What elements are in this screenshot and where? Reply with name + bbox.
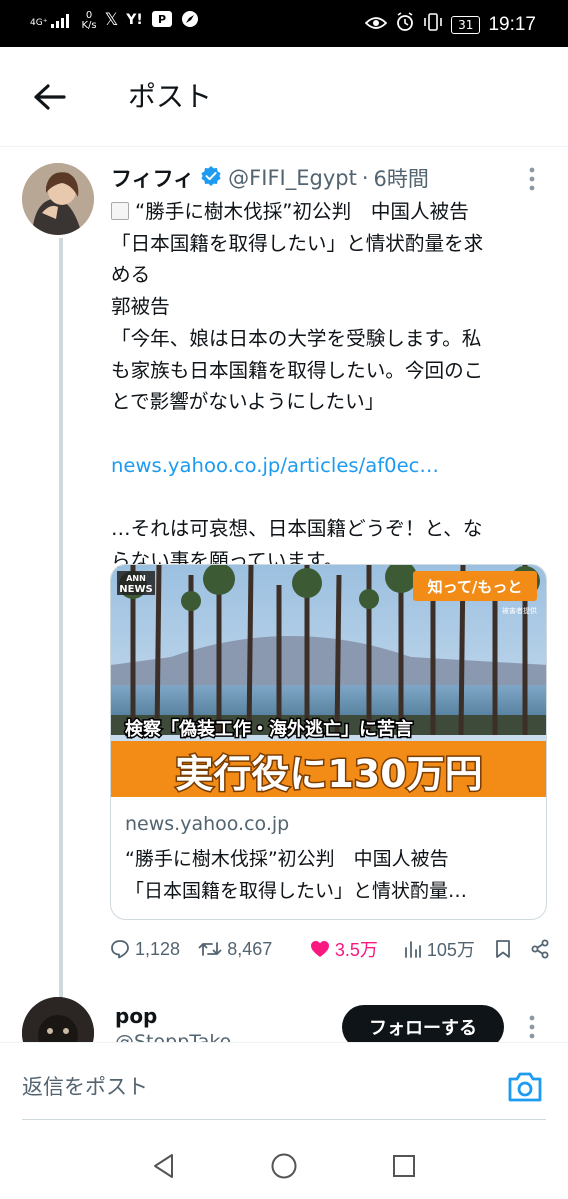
status-right: 31 19:17 [364, 12, 536, 37]
status-bar: 4G⁺ 0 K/s 𝕏 Y! P 31 19:17 [0, 0, 568, 47]
network-type: 4G⁺ [30, 17, 48, 28]
bookmark-button[interactable] [494, 939, 512, 959]
reply-more-button[interactable] [524, 1014, 540, 1040]
meta-separator: · [361, 166, 369, 190]
more-vertical-icon [529, 167, 535, 191]
clock: 19:17 [488, 13, 536, 35]
author-avatar[interactable] [22, 163, 94, 235]
signal-icon: 4G⁺ [30, 13, 73, 28]
pay-app-icon: P [151, 10, 173, 31]
post-line: める [111, 263, 151, 287]
x-app-icon: 𝕏 [104, 10, 119, 30]
reply-author-name[interactable]: pop [115, 1004, 157, 1028]
status-left: 4G⁺ 0 K/s 𝕏 Y! P [30, 10, 199, 31]
heart-filled-icon [310, 941, 329, 957]
like-count: 3.5万 [334, 940, 378, 960]
reply-count: 1,128 [135, 938, 181, 959]
top-app-bar: ポスト [0, 47, 568, 147]
reply-button[interactable]: 1,128 [110, 939, 190, 960]
arrow-left-icon [34, 84, 66, 110]
card-domain: news.yahoo.co.jp [125, 813, 290, 835]
link-preview-card[interactable]: ANN NEWS 知って/もっと 被害者提供 検察「偽装工作・海外逃亡」に苦言 … [110, 564, 547, 920]
views-button[interactable]: 105万 [404, 936, 488, 962]
view-count: 105万 [426, 940, 475, 960]
white-square-emoji-icon [111, 202, 129, 220]
share-icon [531, 939, 549, 959]
post-author-line: フィフィ @FIFI_Egypt · 6時間 [111, 162, 429, 194]
verified-badge-icon [200, 165, 222, 192]
circle-home-icon [271, 1153, 297, 1179]
alarm-icon [395, 12, 415, 37]
article-link[interactable]: news.yahoo.co.jp/articles/af0ec… [111, 450, 546, 482]
post-body: “勝手に樹木伐採”初公判 中国人被告 「日本国籍を取得したい」と情状酌量を求 め… [111, 196, 546, 576]
author-handle[interactable]: @FIFI_Egypt [228, 166, 357, 190]
square-recents-icon [393, 1155, 415, 1177]
page-title: ポスト [128, 80, 213, 113]
post-time[interactable]: 6時間 [374, 163, 429, 193]
like-button[interactable]: 3.5万 [310, 936, 398, 962]
post-line: 「日本国籍を取得したい」と情状酌量を求 [111, 231, 484, 255]
post-line: …それは可哀想、日本国籍どうぞ！と、な [111, 517, 483, 540]
news-logo-top: ANN [126, 574, 146, 583]
reply-input[interactable]: 返信をポスト [22, 1071, 148, 1101]
caption-small: 検察「偽装工作・海外逃亡」に苦言 [125, 718, 413, 740]
eye-comfort-icon [364, 15, 388, 35]
image-credit: 被害者提供 [502, 606, 537, 615]
composer-divider [22, 1119, 546, 1120]
card-title: “勝手に樹木伐採”初公判 中国人被告 「日本国籍を取得したい」と情状酌量… [125, 848, 468, 902]
post-line: 郭被告 [111, 295, 170, 319]
thread-line [59, 238, 63, 998]
views-chart-icon [404, 941, 421, 958]
reply-composer: 返信をポスト [0, 1042, 568, 1142]
post-line: とで影響がないようにしたい」 [111, 390, 385, 414]
author-name[interactable]: フィフィ [111, 163, 194, 193]
camera-button[interactable] [506, 1069, 544, 1105]
know-more-badge: 知って/もっと [428, 578, 523, 596]
nav-back-button[interactable] [148, 1150, 180, 1182]
repost-count: 8,467 [227, 938, 273, 959]
nav-home-button[interactable] [268, 1150, 300, 1182]
caption-large: 実行役に130万円 [175, 752, 482, 796]
reply-icon [111, 940, 129, 959]
post-line: 「今年、娘は日本の大学を受験します。私 [111, 326, 482, 350]
back-button[interactable] [28, 77, 72, 117]
more-vertical-icon [529, 1015, 535, 1039]
post-line: “勝手に樹木伐採”初公判 中国人被告 [111, 196, 546, 228]
network-speed: 0 K/s [81, 9, 97, 31]
post-more-button[interactable] [524, 166, 540, 192]
triangle-back-icon [154, 1154, 173, 1178]
system-navigation-bar [0, 1142, 568, 1199]
repost-icon [198, 942, 222, 956]
card-thumbnail: ANN NEWS 知って/もっと 被害者提供 検察「偽装工作・海外逃亡」に苦言 … [111, 565, 546, 797]
share-button[interactable] [530, 939, 550, 959]
post-actions: 1,128 8,467 3.5万 105万 [110, 930, 550, 968]
news-logo-bottom: NEWS [119, 584, 152, 595]
repost-button[interactable]: 8,467 [198, 939, 308, 960]
post-line: も家族も日本国籍を取得したい。今回のこ [111, 358, 484, 382]
nav-recents-button[interactable] [388, 1150, 420, 1182]
camera-icon [508, 1072, 542, 1102]
yahoo-app-icon: Y! [126, 12, 143, 28]
compass-icon [181, 10, 199, 31]
vibrate-icon [423, 13, 443, 36]
svg-text:P: P [158, 13, 166, 26]
bookmark-icon [496, 940, 510, 958]
battery-indicator: 31 [451, 15, 481, 34]
